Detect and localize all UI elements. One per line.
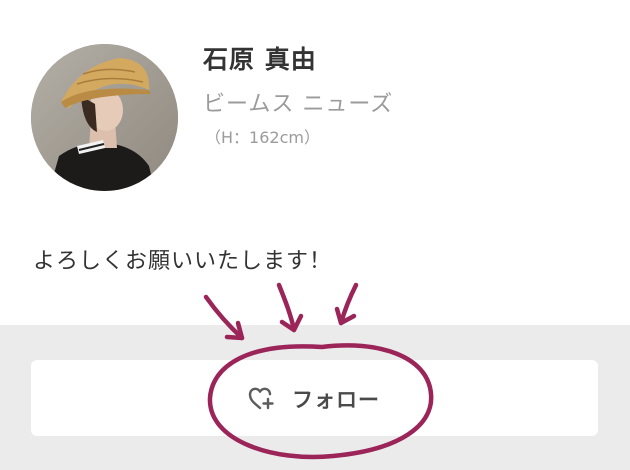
follow-label[interactable]: フォロー (292, 384, 380, 414)
avatar[interactable] (31, 44, 178, 191)
staff-name: 石原 真由 (203, 45, 317, 74)
heart-plus-icon[interactable] (246, 384, 276, 412)
staff-height: （H：162cm） (205, 128, 320, 147)
shop-name[interactable]: ビームス ニューズ (203, 86, 393, 118)
profile-message: よろしくお願いいたします！ (33, 249, 333, 274)
staff-profile-page: 石原 真由 ビームス ニューズ （H：162cm） よろしくお願いいたします！ … (0, 0, 630, 470)
avatar-photo (31, 44, 178, 191)
profile-section: 石原 真由 ビームス ニューズ （H：162cm） よろしくお願いいたします！ (0, 0, 630, 325)
